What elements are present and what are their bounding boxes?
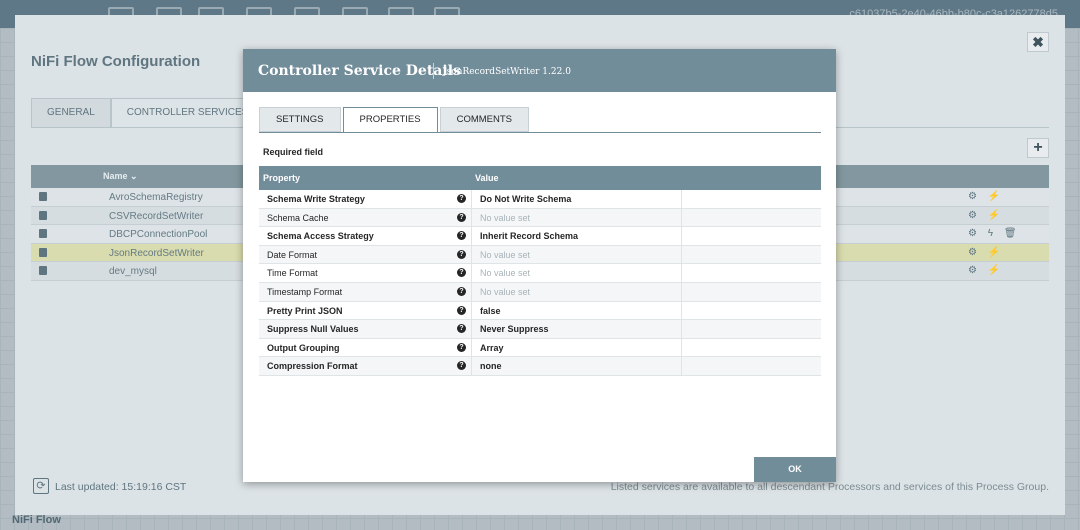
property-row[interactable]: Compression Format ? none [259, 357, 821, 376]
property-value[interactable]: No value set [480, 250, 530, 260]
service-name: CSVRecordSetWriter [109, 210, 204, 222]
book-icon[interactable] [39, 192, 47, 201]
property-row[interactable]: Schema Cache ? No value set [259, 208, 821, 228]
property-value[interactable]: No value set [480, 213, 530, 223]
controller-service-details-dialog: Controller Service Details JsonRecordSet… [243, 49, 836, 482]
property-value[interactable]: Inherit Record Schema [480, 231, 578, 241]
property-value[interactable]: false [480, 306, 501, 316]
dialog-header: Controller Service Details JsonRecordSet… [243, 49, 836, 92]
property-name: Date Format [267, 249, 318, 260]
row-actions[interactable]: ⚙ ϟ 🗑 [968, 228, 1021, 239]
book-icon[interactable] [39, 266, 47, 275]
help-icon[interactable]: ? [457, 324, 466, 334]
help-icon[interactable]: ? [457, 342, 466, 352]
properties-header: Property Value [259, 166, 821, 190]
last-updated: Last updated: 15:19:16 CST [55, 481, 187, 493]
row-actions[interactable]: ⚙ ⚡ [968, 265, 1004, 276]
row-actions[interactable]: ⚙ ⚡ [968, 210, 1004, 221]
property-row[interactable]: Pretty Print JSON ? false [259, 301, 821, 321]
dialog-title: Controller Service Details [258, 63, 461, 79]
tab-comments[interactable]: COMMENTS [439, 107, 530, 132]
tab-divider [259, 132, 821, 133]
help-icon[interactable]: ? [457, 268, 466, 278]
refresh-icon[interactable]: ⟳ [33, 478, 49, 494]
property-name: Time Format [267, 268, 318, 279]
row-actions[interactable]: ⚙ ⚡ [968, 247, 1004, 258]
help-icon[interactable]: ? [457, 231, 466, 241]
close-icon[interactable]: ✖ [1027, 32, 1049, 52]
help-icon[interactable]: ? [457, 286, 466, 296]
service-name: dev_mysql [109, 266, 157, 277]
property-value[interactable]: none [480, 361, 502, 371]
property-column-header: Property [263, 173, 301, 183]
property-name: Compression Format [267, 361, 358, 372]
title-separator [433, 63, 434, 79]
row-actions[interactable]: ⚙ ⚡ [968, 191, 1004, 202]
help-icon[interactable]: ? [457, 361, 466, 371]
value-column-header: Value [475, 173, 499, 183]
property-row[interactable]: Schema Access Strategy ? Inherit Record … [259, 227, 821, 246]
help-icon[interactable]: ? [457, 212, 466, 222]
property-name: Output Grouping [267, 342, 340, 353]
property-name: Schema Write Strategy [267, 194, 365, 204]
tab-general[interactable]: GENERAL [31, 98, 111, 128]
tab-properties[interactable]: PROPERTIES [342, 107, 438, 133]
property-value[interactable]: No value set [480, 287, 530, 297]
tab-controller-services[interactable]: CONTROLLER SERVICES [110, 98, 265, 128]
dialog-title: NiFi Flow Configuration [31, 53, 201, 70]
property-name: Pretty Print JSON [267, 305, 343, 316]
property-row[interactable]: Timestamp Format ? No value set [259, 282, 821, 302]
property-row[interactable]: Output Grouping ? Array [259, 338, 821, 358]
help-icon[interactable]: ? [457, 194, 466, 203]
properties-table: Property Value Schema Write Strategy ? D… [259, 166, 821, 376]
ok-button[interactable]: OK [754, 457, 836, 482]
tab-settings[interactable]: SETTINGS [259, 107, 341, 132]
property-row[interactable]: Suppress Null Values ? Never Suppress [259, 320, 821, 339]
property-row[interactable]: Time Format ? No value set [259, 264, 821, 283]
book-icon[interactable] [39, 229, 47, 238]
add-service-button[interactable]: + [1027, 138, 1049, 158]
service-name: DBCPConnectionPool [109, 229, 208, 240]
service-name: AvroSchemaRegistry [109, 192, 203, 203]
property-name: Schema Cache [267, 212, 329, 223]
property-name: Suppress Null Values [267, 324, 359, 335]
property-row[interactable]: Schema Write Strategy ? Do Not Write Sch… [259, 190, 821, 209]
property-value[interactable]: Never Suppress [480, 324, 549, 334]
name-column-header[interactable]: Name ⌄ [103, 171, 138, 182]
property-value[interactable]: Array [480, 343, 504, 353]
book-icon[interactable] [39, 247, 47, 257]
services-note: Listed services are available to all des… [610, 481, 1049, 493]
required-field-legend: Required field [263, 147, 324, 157]
config-tabs: GENERAL CONTROLLER SERVICES [31, 98, 265, 128]
help-icon[interactable]: ? [457, 305, 466, 315]
service-type-version: JsonRecordSetWriter 1.22.0 [443, 67, 571, 77]
property-value[interactable]: Do Not Write Schema [480, 194, 571, 204]
property-name: Timestamp Format [267, 286, 343, 297]
book-icon[interactable] [39, 210, 47, 220]
service-name: JsonRecordSetWriter [109, 247, 204, 259]
property-row[interactable]: Date Format ? No value set [259, 245, 821, 265]
help-icon[interactable]: ? [457, 249, 466, 259]
details-tabs: SETTINGS PROPERTIES COMMENTS [259, 107, 531, 133]
property-value[interactable]: No value set [480, 268, 530, 278]
property-name: Schema Access Strategy [267, 231, 374, 242]
